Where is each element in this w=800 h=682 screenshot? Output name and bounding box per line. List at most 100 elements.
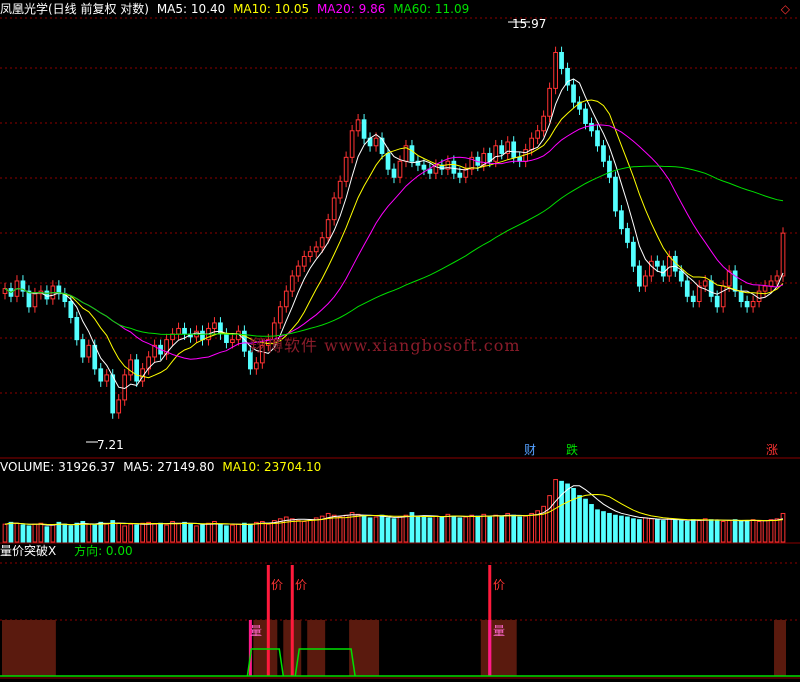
volume-spike — [488, 620, 492, 676]
volume-bar — [8, 521, 14, 543]
candle-body — [529, 137, 535, 151]
volume-bar — [511, 514, 517, 543]
volume-bar — [224, 525, 229, 543]
volume-bar — [493, 514, 499, 543]
volume-bar — [433, 515, 439, 543]
watermark: 翔博软件 www.xiangbosoft.com — [250, 336, 521, 355]
candle-body — [182, 327, 187, 335]
volume-bar — [637, 519, 642, 543]
volume-signal-label: 量 — [250, 624, 263, 638]
volume-bar — [690, 519, 696, 543]
candle-body — [451, 160, 457, 174]
volume-bar — [182, 521, 187, 543]
volume-bar — [194, 525, 199, 543]
volume-bar — [397, 516, 403, 543]
volume-bar — [2, 523, 8, 543]
candle-body — [212, 322, 217, 329]
signal-zone — [774, 620, 786, 676]
volume-bar — [176, 522, 181, 543]
volume-bar — [487, 516, 493, 543]
volume-bar — [206, 522, 211, 543]
candle-body — [421, 164, 427, 170]
ma20-line — [4, 124, 784, 360]
price-spike — [266, 565, 270, 676]
price-spike — [290, 565, 294, 676]
candle-body — [134, 359, 140, 382]
diamond-icon[interactable]: ◇ — [781, 2, 790, 16]
volume-bar — [301, 520, 307, 543]
volume-bar — [385, 517, 391, 543]
limit-up-marker[interactable]: 涨 — [766, 443, 778, 457]
candle-body — [343, 156, 349, 182]
volume-bar — [265, 523, 271, 543]
volume-bar — [56, 521, 62, 543]
candle-body — [493, 145, 499, 162]
volume-bar — [20, 524, 26, 543]
volume-bar — [577, 495, 582, 543]
candle-body — [289, 275, 295, 292]
volume-ma10-value: MA10: 23704.10 — [222, 460, 322, 474]
volume-bar — [158, 522, 163, 543]
volume-bar — [74, 522, 80, 543]
volume-bar — [607, 512, 612, 543]
volume-bar — [732, 519, 738, 543]
volume-bar — [714, 520, 720, 543]
volume-bar — [38, 522, 44, 543]
volume-bar — [355, 513, 361, 543]
volume-bar — [50, 524, 56, 543]
candle-body — [283, 290, 289, 308]
volume-bar — [98, 521, 104, 543]
volume-bar — [104, 523, 110, 543]
volume-bar — [583, 498, 588, 543]
candle-body — [666, 255, 672, 277]
volume-bar — [523, 515, 529, 543]
candle-body — [295, 265, 301, 277]
volume-bar — [116, 522, 122, 543]
volume-bar — [613, 514, 618, 543]
candle-body — [373, 137, 379, 147]
indicator-panel-header: 量价突破X 方向: 0.00 — [0, 544, 137, 558]
volume-ma5-value: MA5: 27149.80 — [123, 460, 215, 474]
volume-bar — [373, 516, 379, 543]
volume-bar — [565, 483, 570, 543]
candle-body — [391, 168, 397, 178]
candle-body — [218, 322, 223, 335]
volume-bar — [780, 512, 786, 543]
volume-bar — [750, 519, 756, 543]
volume-bar — [200, 524, 205, 543]
candle-body — [553, 51, 558, 89]
volume-bar — [708, 519, 714, 543]
volume-bar — [242, 522, 247, 543]
volume-bar — [625, 516, 630, 543]
finance-marker[interactable]: 财 — [524, 443, 536, 457]
volume-bar — [559, 480, 564, 543]
candle-body — [732, 270, 738, 292]
candle-body — [559, 51, 564, 69]
volume-value: VOLUME: 31926.37 — [0, 460, 116, 474]
volume-bar — [529, 512, 535, 543]
volume-bar — [427, 517, 433, 543]
price-signal-label: 价 — [295, 578, 308, 592]
volume-bar — [684, 520, 690, 543]
volume-bar — [236, 523, 241, 543]
volume-bar — [367, 517, 373, 543]
candle-body — [601, 145, 606, 162]
volume-panel-header: VOLUME: 31926.37 MA5: 27149.80 MA10: 237… — [0, 460, 325, 474]
candle-body — [762, 285, 768, 292]
volume-bar — [313, 517, 319, 543]
volume-bar — [128, 523, 134, 543]
limit-down-marker[interactable]: 跌 — [566, 443, 578, 457]
candle-body — [589, 122, 594, 132]
volume-bar — [654, 519, 660, 543]
candle-body — [301, 255, 307, 267]
volume-bar — [134, 524, 140, 543]
candle-body — [547, 87, 552, 117]
candle-body — [619, 210, 624, 230]
candle-body — [541, 115, 546, 132]
candle-body — [337, 180, 343, 199]
volume-bar — [14, 522, 20, 543]
candle-body — [744, 301, 750, 308]
stock-title: 凤凰光学(日线 前复权 对数) — [0, 2, 149, 16]
signal-zone — [2, 620, 56, 676]
candle-body — [409, 145, 415, 162]
